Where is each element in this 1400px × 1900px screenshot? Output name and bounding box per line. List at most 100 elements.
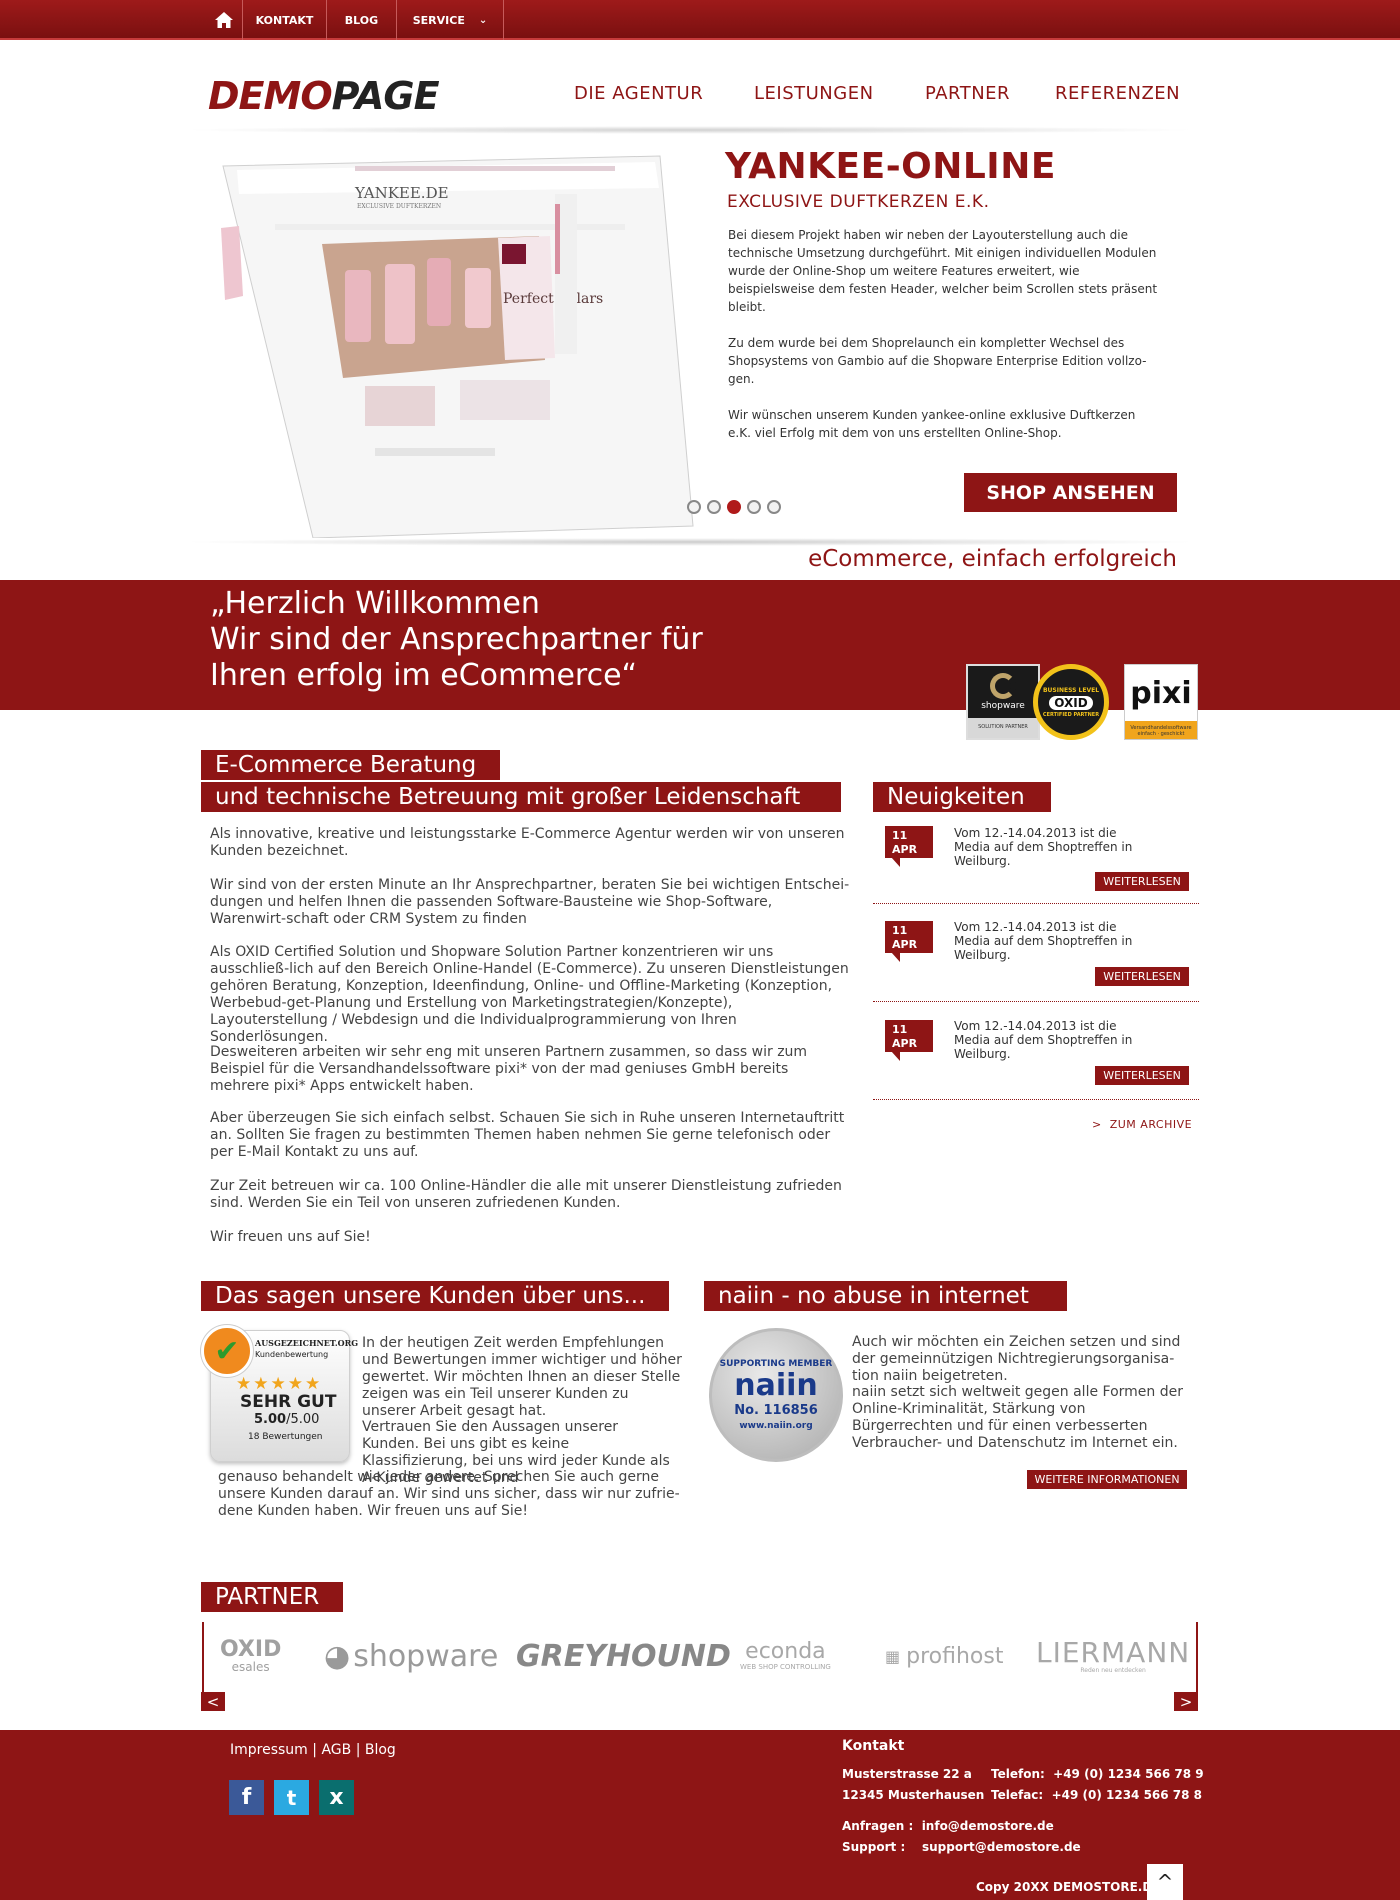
- nav-referenzen[interactable]: REFERENZEN: [1055, 83, 1180, 104]
- contact-street: Musterstrasse 22 a: [842, 1767, 972, 1781]
- nav-partner[interactable]: PARTNER: [925, 83, 1010, 104]
- news-divider: [873, 903, 1199, 904]
- badge-pixi-label: pixi: [1130, 675, 1192, 711]
- partner-next-button[interactable]: >: [1174, 1692, 1198, 1711]
- naiin-badge[interactable]: SUPPORTING MEMBER naiin No. 116856 www.n…: [709, 1328, 843, 1462]
- news-text: Vom 12.-14.04.2013 ist die Media auf dem…: [954, 920, 1133, 962]
- news-month: APR: [892, 938, 918, 951]
- partner-logo-profihost[interactable]: ▦ profihost: [885, 1636, 1003, 1676]
- copyright: Copy 20XX DEMOSTORE.DE: [976, 1880, 1161, 1894]
- shopware-badge[interactable]: shopware SOLUTION PARTNER: [966, 664, 1040, 740]
- hero-paragraph-2: Zu dem wurde bei dem Shoprelaunch ein ko…: [728, 336, 1147, 386]
- facebook-icon[interactable]: f: [229, 1780, 264, 1815]
- screenshot-brand-sub: EXCLUSIVE DUFTKERZEN: [357, 203, 441, 210]
- award-score-value: 5.00: [254, 1412, 287, 1427]
- logo[interactable]: DEMOPAGE: [208, 74, 440, 118]
- weiterlesen-button[interactable]: WEITERLESEN: [1095, 967, 1189, 986]
- footer: [0, 1730, 1400, 1900]
- badge-oxid-top: BUSINESS LEVEL: [1042, 686, 1100, 694]
- award-score: 5.00/5.00: [254, 1412, 319, 1427]
- topnav-label: SERVICE: [412, 13, 465, 27]
- partner-logo-name: profihost: [906, 1643, 1004, 1669]
- partner-logo-name: LIERMANN: [1036, 1635, 1191, 1669]
- welcome-line-3: Ihren erfolg im eCommerce“: [210, 658, 638, 693]
- news-day: 11: [892, 924, 908, 937]
- contact-city: 12345 Musterhausen: [842, 1788, 985, 1802]
- testimonials-heading: Das sagen unsere Kunden über uns...: [201, 1281, 669, 1311]
- partner-logo-shopware[interactable]: ◕ shopware: [324, 1636, 498, 1676]
- top-bar: KONTAKT BLOG SERVICE ⌄: [0, 0, 1400, 40]
- tagline: eCommerce, einfach erfolgreich: [808, 546, 1177, 572]
- support-label: Support :: [842, 1840, 906, 1854]
- slider-dot[interactable]: [707, 500, 721, 514]
- news-month: APR: [892, 843, 918, 856]
- contact-fax: Telefac: +49 (0) 1234 566 78 8: [991, 1788, 1202, 1802]
- footer-link-agb[interactable]: AGB: [321, 1742, 351, 1758]
- contact-phone: Telefon: +49 (0) 1234 566 78 9: [991, 1767, 1204, 1781]
- home-icon: [214, 12, 233, 28]
- partner-logo-econda[interactable]: econda WEB SHOP CONTROLLING: [740, 1636, 831, 1676]
- zum-archive-link[interactable]: > ZUM ARCHIVE: [1092, 1118, 1192, 1131]
- news-month: APR: [892, 1037, 918, 1050]
- back-to-top-button[interactable]: ^: [1147, 1864, 1183, 1900]
- topnav-service[interactable]: SERVICE ⌄: [397, 0, 504, 40]
- shopware-icon: ◕: [324, 1638, 351, 1674]
- topnav-blog[interactable]: BLOG: [327, 0, 397, 40]
- testimonials-text-3: genauso behandelt wie jeder andere. Spre…: [218, 1469, 680, 1519]
- hero-subtitle: EXCLUSIVE DUFTKERZEN E.K.: [727, 192, 990, 212]
- requests-label: Anfragen :: [842, 1819, 914, 1833]
- partner-prev-button[interactable]: <: [201, 1692, 225, 1711]
- testimonials-text-1: In der heutigen Zeit werden Empfehlungen…: [362, 1335, 682, 1419]
- oxid-badge[interactable]: BUSINESS LEVEL OXID CERTIFIED PARTNER: [1033, 664, 1109, 740]
- partner-logo-liermann[interactable]: LIERMANN Reden neu entdecken: [1036, 1636, 1190, 1676]
- intro-paragraph: Als innovative, kreative und leistungsst…: [210, 826, 845, 859]
- chevron-right-icon: >: [1092, 1118, 1110, 1131]
- partner-logo-greyhound[interactable]: GREYHOUND: [516, 1636, 731, 1676]
- intro-paragraph: Wir freuen uns auf Sie!: [210, 1229, 371, 1245]
- footer-link-blog[interactable]: Blog: [365, 1742, 396, 1758]
- pixi-badge[interactable]: pixi Versandhandelssoftware einfach · ge…: [1124, 664, 1198, 740]
- award-brand: AUSGEZEICHNET.ORG: [255, 1338, 359, 1348]
- phone-value: +49 (0) 1234 566 78 9: [1053, 1767, 1204, 1781]
- slider-dot-active[interactable]: [727, 500, 741, 514]
- intro-paragraph: Wir sind von der ersten Minute an Ihr An…: [210, 877, 850, 927]
- badge-shopware-label: shopware: [981, 701, 1025, 711]
- naiin-text-1: Auch wir möchten ein Zeichen setzen und …: [852, 1334, 1181, 1384]
- fax-label: Telefac:: [991, 1788, 1044, 1802]
- award-rating-text: SEHR GUT: [240, 1392, 337, 1412]
- badge-pixi-sub: Versandhandelssoftware einfach · geschic…: [1125, 721, 1197, 739]
- zum-archive-label: ZUM ARCHIVE: [1109, 1118, 1193, 1131]
- footer-link-impressum[interactable]: Impressum: [230, 1742, 308, 1758]
- weitere-informationen-button[interactable]: WEITERE INFORMATIONEN: [1027, 1470, 1187, 1489]
- partner-logo-name: shopware: [353, 1638, 499, 1674]
- support-email[interactable]: support@demostore.de: [922, 1840, 1081, 1854]
- naiin-badge-logo: naiin: [734, 1368, 818, 1403]
- news-date: 11 APR: [885, 826, 933, 867]
- nav-leistungen[interactable]: LEISTUNGEN: [754, 83, 874, 104]
- weiterlesen-button[interactable]: WEITERLESEN: [1095, 872, 1189, 891]
- home-button[interactable]: [205, 0, 243, 40]
- partner-logo-name: econda: [745, 1639, 826, 1664]
- requests-email[interactable]: info@demostore.de: [922, 1819, 1054, 1833]
- intro-paragraph: Zur Zeit betreuen wir ca. 100 Online-Hän…: [210, 1178, 842, 1211]
- nav-die-agentur[interactable]: DIE AGENTUR: [574, 83, 703, 104]
- award-count: 18 Bewertungen: [248, 1432, 323, 1442]
- xing-icon[interactable]: x: [319, 1780, 354, 1815]
- slider-dot[interactable]: [767, 500, 781, 514]
- partner-logo-sub: esales: [231, 1660, 270, 1674]
- topnav-kontakt[interactable]: KONTAKT: [243, 0, 327, 40]
- news-text: Vom 12.-14.04.2013 ist die Media auf dem…: [954, 826, 1133, 868]
- shop-ansehen-button[interactable]: SHOP ANSEHEN: [964, 473, 1177, 512]
- slider-dot[interactable]: [687, 500, 701, 514]
- logo-part1: DEMO: [208, 74, 333, 118]
- screenshot-banner: Perfect Pillars: [503, 291, 603, 307]
- partner-logo-name: OXID: [220, 1637, 282, 1662]
- weiterlesen-button[interactable]: WEITERLESEN: [1095, 1066, 1189, 1085]
- news-divider: [873, 1099, 1199, 1100]
- twitter-icon[interactable]: t: [274, 1780, 309, 1815]
- fax-value: +49 (0) 1234 566 78 8: [1051, 1788, 1203, 1802]
- slider-dot[interactable]: [747, 500, 761, 514]
- intro-paragraph: Aber überzeugen Sie sich einfach selbst.…: [210, 1110, 845, 1160]
- badge-oxid-sub: CERTIFIED PARTNER: [1042, 711, 1100, 718]
- partner-logo-oxid[interactable]: OXID esales: [220, 1636, 281, 1676]
